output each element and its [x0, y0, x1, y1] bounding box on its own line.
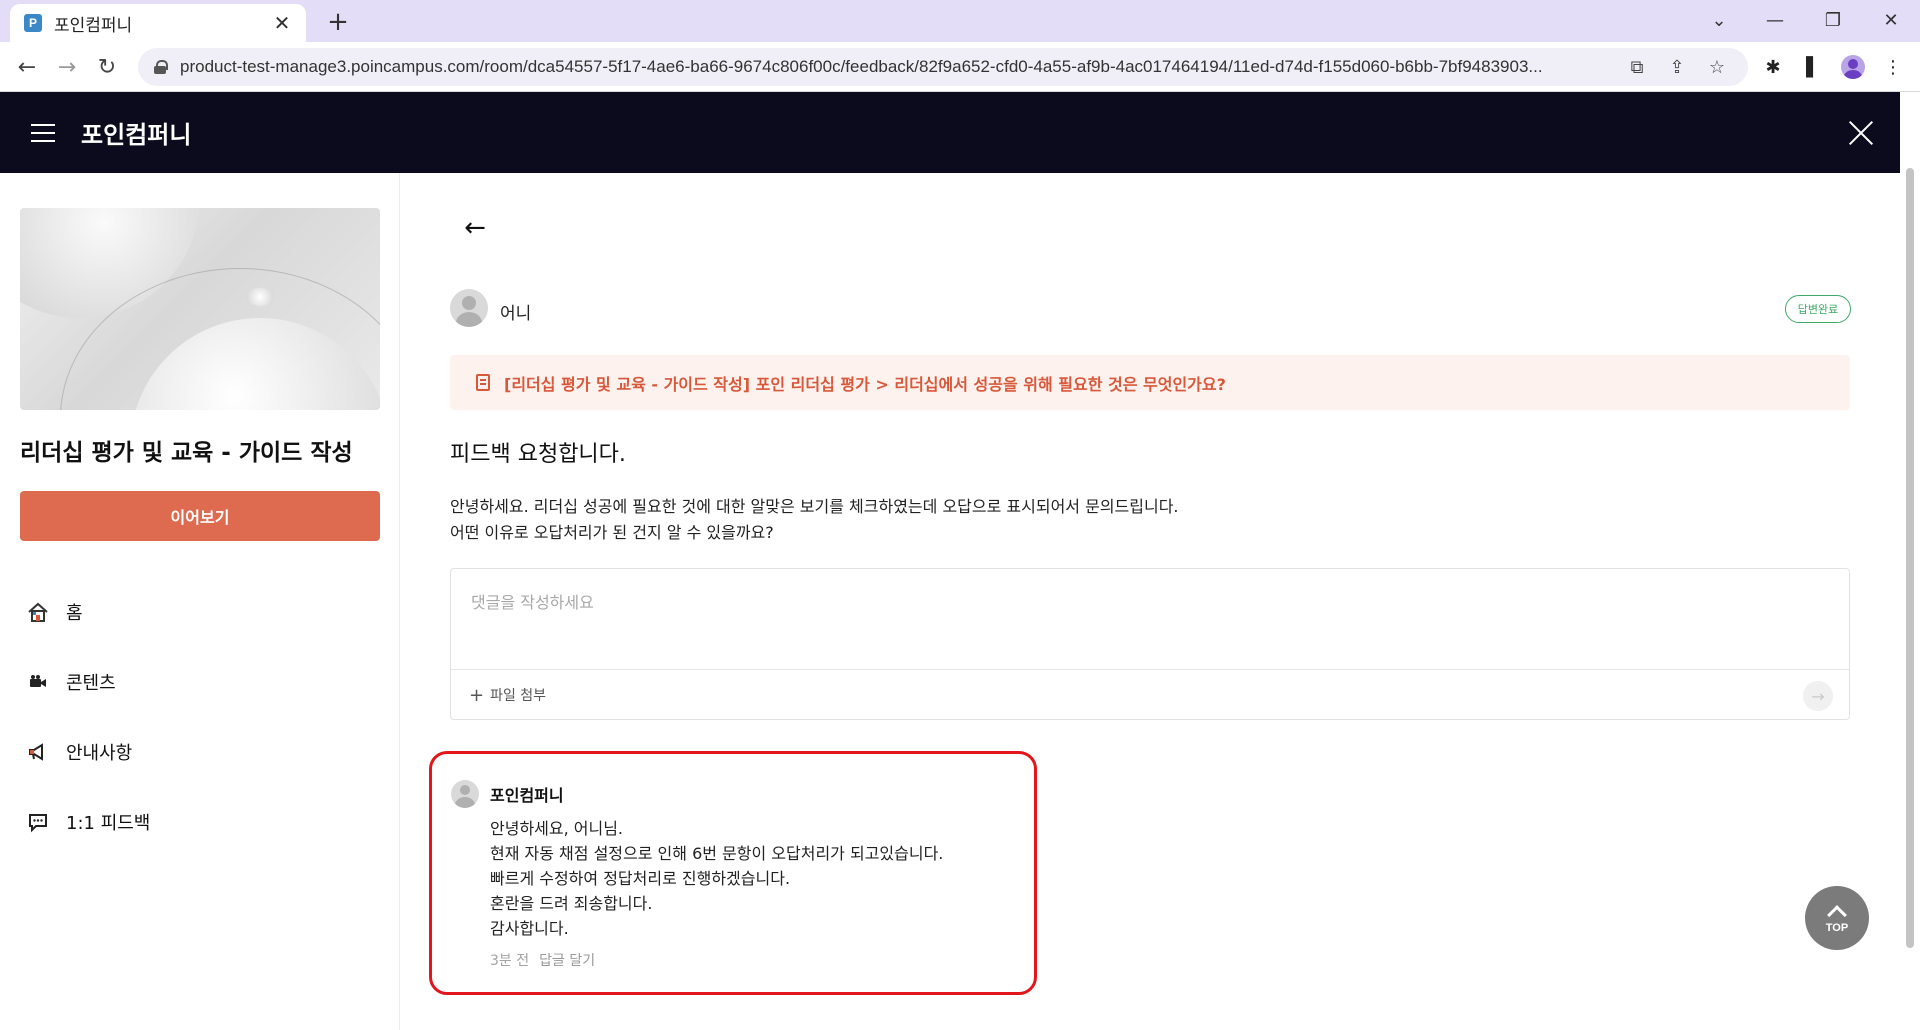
continue-button[interactable]: 이어보기 [20, 491, 380, 541]
feedback-body-line: 안녕하세요. 리더십 성공에 필요한 것에 대한 알맞은 보기를 체크하였는데 … [450, 497, 1179, 516]
reply-line: 현재 자동 채점 설정으로 인해 6번 문항이 오답처리가 되고있습니다. [490, 844, 944, 863]
avatar [451, 780, 479, 808]
megaphone-icon [26, 740, 50, 764]
page-scrollbar[interactable] [1900, 92, 1920, 1030]
send-arrow-icon[interactable]: → [1803, 681, 1833, 711]
tab-title: 포인컴퍼니 [54, 15, 133, 36]
browser-menu-icon[interactable]: ⋮ [1878, 52, 1908, 82]
share-icon[interactable]: ⇪ [1662, 52, 1692, 82]
attach-file-label: 파일 첨부 [490, 688, 547, 704]
feedback-author: 어니 [500, 304, 532, 324]
sidebar-item-label: 콘텐츠 [66, 673, 116, 694]
document-icon [476, 374, 490, 391]
avatar [450, 289, 488, 327]
profile-avatar-icon[interactable] [1838, 52, 1868, 82]
source-link[interactable]: [리더십 평가 및 교육 - 가이드 작성] 포인 리더십 평가 > 리더십에서… [504, 371, 1226, 395]
comment-box: + 파일 첨부 → [450, 568, 1850, 720]
sidebar-item-feedback[interactable]: 1:1 피드백 [26, 809, 150, 835]
reload-icon[interactable]: ↻ [92, 52, 122, 82]
course-thumbnail [20, 208, 380, 410]
side-panel-icon[interactable]: ▌ [1798, 52, 1828, 82]
open-in-app-icon[interactable]: ⧉ [1622, 52, 1652, 82]
favicon-icon: P [24, 14, 42, 32]
sidebar-item-label: 홈 [66, 603, 83, 624]
reply-button[interactable]: 답글 달기 [539, 950, 595, 970]
extensions-puzzle-icon[interactable]: ✱ [1758, 52, 1788, 82]
bookmark-star-icon[interactable]: ☆ [1702, 52, 1732, 82]
back-arrow-icon[interactable]: ← [460, 213, 490, 243]
reply-line: 빠르게 수정하여 정답처리로 진행하겠습니다. [490, 869, 791, 888]
scroll-top-button[interactable]: TOP [1805, 886, 1869, 950]
reply-line: 안녕하세요, 어니님. [490, 819, 624, 838]
lock-icon[interactable] [154, 60, 168, 74]
hamburger-menu-icon[interactable] [31, 123, 55, 142]
plus-icon: + [469, 684, 485, 706]
app-title: 포인컴퍼니 [81, 121, 192, 149]
minimize-icon[interactable]: — [1752, 4, 1798, 36]
address-bar[interactable]: product-test-manage3.poincampus.com/room… [138, 48, 1748, 86]
feedback-title: 피드백 요청합니다. [450, 442, 626, 467]
reply-time: 3분 전 [490, 953, 530, 969]
browser-toolbar: ← → ↻ product-test-manage3.poincampus.co… [0, 42, 1920, 92]
source-banner[interactable]: [리더십 평가 및 교육 - 가이드 작성] 포인 리더십 평가 > 리더십에서… [450, 355, 1850, 410]
restore-icon[interactable]: ❐ [1810, 4, 1856, 36]
tab-close-icon[interactable]: ✕ [272, 11, 292, 35]
sidebar-item-label: 1:1 피드백 [66, 813, 151, 834]
reply-author: 포인컴퍼니 [490, 786, 564, 805]
reply-line: 감사합니다. [490, 919, 569, 938]
home-icon [26, 600, 50, 624]
new-tab-plus-icon[interactable]: + [322, 6, 354, 38]
back-icon[interactable]: ← [12, 52, 42, 82]
reply-body: 안녕하세요, 어니님. 현재 자동 채점 설정으로 인해 6번 문항이 오답처리… [490, 816, 943, 941]
browser-tab-bar: P 포인컴퍼니 ✕ + ⌄ — ❐ ✕ [0, 0, 1920, 42]
status-badge: 답변완료 [1785, 295, 1851, 323]
reply-meta: 3분 전 답글 달기 [490, 950, 595, 970]
video-camera-icon [26, 670, 50, 694]
sidebar-item-label: 안내사항 [66, 743, 133, 764]
close-icon[interactable] [1848, 120, 1874, 146]
window-close-icon[interactable]: ✕ [1868, 4, 1914, 36]
app-header: 포인컴퍼니 [0, 92, 1900, 173]
reply-line: 혼란을 드려 죄송합니다. [490, 894, 653, 913]
tab-search-chevron-icon[interactable]: ⌄ [1696, 4, 1742, 36]
sidebar-item-home[interactable]: 홈 [26, 599, 83, 625]
scrollbar-thumb[interactable] [1906, 168, 1914, 948]
url-text[interactable]: product-test-manage3.poincampus.com/room… [180, 57, 1612, 77]
chat-bubble-icon [26, 810, 50, 834]
course-title: 리더십 평가 및 교육 - 가이드 작성 [20, 440, 353, 466]
comment-input[interactable] [451, 569, 1849, 669]
comment-footer: + 파일 첨부 → [451, 669, 1849, 720]
sidebar-item-contents[interactable]: 콘텐츠 [26, 669, 116, 695]
feedback-body-line: 어떤 이유로 오답처리가 된 건지 알 수 있을까요? [450, 523, 774, 542]
attach-file-button[interactable]: + 파일 첨부 [469, 685, 546, 706]
forward-icon[interactable]: → [52, 52, 82, 82]
feedback-body: 안녕하세요. 리더십 성공에 필요한 것에 대한 알맞은 보기를 체크하였는데 … [450, 494, 1179, 546]
sidebar-item-notice[interactable]: 안내사항 [26, 739, 132, 765]
browser-tab[interactable]: P 포인컴퍼니 ✕ [10, 4, 306, 42]
sidebar: 리더십 평가 및 교육 - 가이드 작성 이어보기 홈 콘텐츠 안내사항 1:1… [0, 173, 400, 1030]
